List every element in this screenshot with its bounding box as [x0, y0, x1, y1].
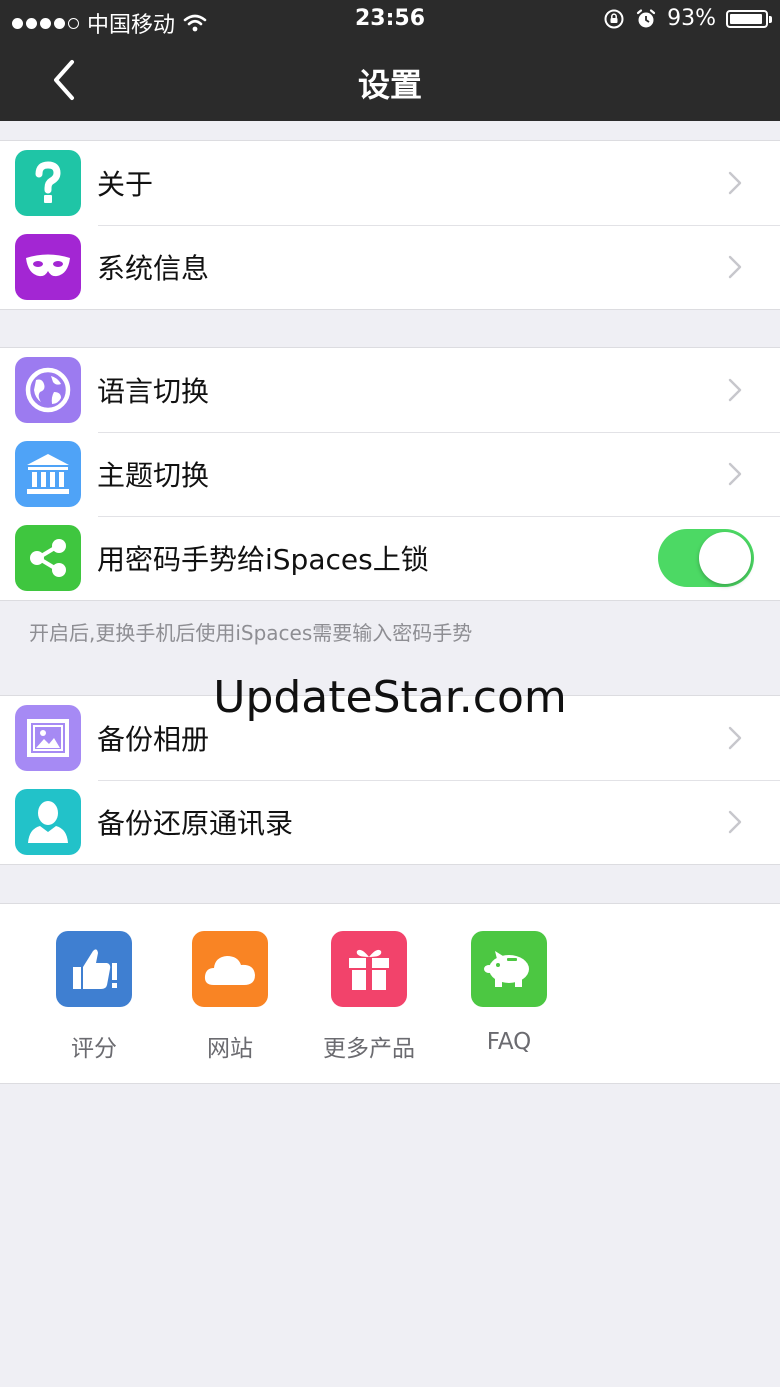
rotation-lock-icon [604, 9, 624, 28]
thumbs-up-icon [56, 931, 132, 1007]
gesture-lock-toggle[interactable] [658, 529, 754, 587]
settings-row-theme[interactable]: 主题切换 [0, 432, 780, 516]
status-bar: 中国移动 23:56 93% [0, 0, 780, 40]
settings-row-language[interactable]: 语言切换 [0, 348, 780, 432]
settings-row-label: 关于 [97, 168, 154, 201]
battery-percent: 93% [667, 6, 716, 31]
bank-icon [15, 441, 81, 507]
chevron-right-icon [728, 810, 742, 834]
globe-icon [15, 357, 81, 423]
settings-row-label: 备份相册 [97, 723, 210, 756]
chevron-right-icon [728, 378, 742, 402]
cloud-icon [192, 931, 268, 1007]
chevron-right-icon [728, 726, 742, 750]
settings-group-preferences: 语言切换 主题切换 用密码手势给iSpaces上锁 [0, 347, 780, 601]
settings-row-gesture-lock: 用密码手势给iSpaces上锁 [0, 516, 780, 600]
page-title: 设置 [357, 66, 422, 104]
gesture-lock-hint: 开启后,更换手机后使用iSpaces需要输入密码手势 [29, 621, 473, 645]
chevron-right-icon [728, 171, 742, 195]
settings-row-about[interactable]: 关于 [0, 141, 780, 225]
more-links-panel: 评分 网站 更多产品 FAQ [0, 903, 780, 1084]
alarm-icon [636, 8, 656, 27]
tile-label: 评分 [71, 1036, 117, 1062]
tile-more-products[interactable]: 更多产品 [309, 931, 429, 1063]
piggy-bank-icon [471, 931, 547, 1007]
tile-rate[interactable]: 评分 [34, 931, 154, 1063]
contact-icon [15, 789, 81, 855]
settings-row-label: 主题切换 [97, 459, 210, 492]
chevron-right-icon [728, 462, 742, 486]
mask-icon [15, 234, 81, 300]
tile-faq[interactable]: FAQ [449, 931, 569, 1055]
status-right: 93% [603, 6, 772, 31]
share-icon [15, 525, 81, 591]
settings-row-label: 语言切换 [97, 375, 210, 408]
settings-row-label: 系统信息 [97, 252, 210, 285]
toggle-knob [699, 532, 751, 584]
settings-group-info: 关于 系统信息 [0, 140, 780, 310]
settings-row-label: 备份还原通讯录 [97, 807, 294, 840]
navigation-bar: 设置 [0, 40, 780, 121]
settings-row-system-info[interactable]: 系统信息 [0, 225, 780, 309]
settings-row-backup-contacts[interactable]: 备份还原通讯录 [0, 780, 780, 864]
gift-icon [331, 931, 407, 1007]
settings-row-label: 用密码手势给iSpaces上锁 [97, 543, 429, 576]
tile-label: 网站 [207, 1036, 253, 1062]
question-icon [15, 150, 81, 216]
tile-website[interactable]: 网站 [170, 931, 290, 1063]
tile-label: 更多产品 [323, 1036, 415, 1062]
tile-label: FAQ [486, 1029, 532, 1055]
battery-icon [726, 9, 772, 28]
chevron-right-icon [728, 255, 742, 279]
watermark-text: UpdateStar.com [213, 672, 567, 723]
